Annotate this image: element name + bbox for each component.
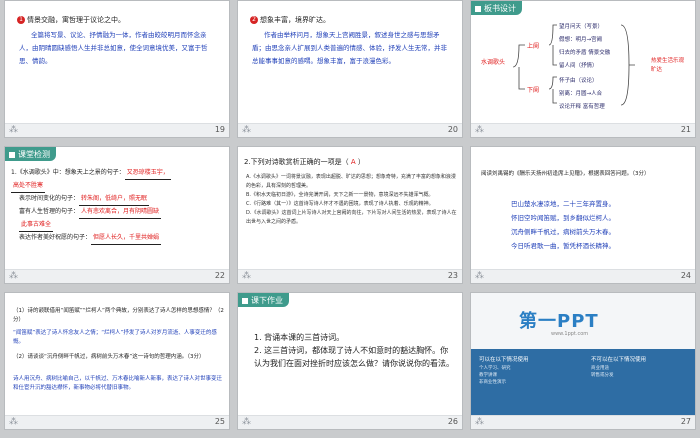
square-icon xyxy=(475,5,481,12)
homework-list: 1. 背诵本课的三首诗词。 2. 这三首诗词，都体现了诗人不如意时的豁达胸怀。你… xyxy=(254,333,454,368)
section-header: 课下作业 xyxy=(238,293,289,307)
forbidden-title: 不可以在以下情况使用 xyxy=(591,357,647,363)
slide-footer: ⁂ 27 xyxy=(471,415,695,429)
slide-number: 26 xyxy=(447,417,458,426)
square-icon xyxy=(242,297,248,304)
number-badge: 1 xyxy=(17,16,25,24)
slide-26[interactable]: 课下作业 1. 背诵本课的三首诗词。 2. 这三首诗词，都体现了诗人不如意时的豁… xyxy=(237,292,463,430)
logo: 第一PPT xyxy=(519,311,599,332)
slide-21[interactable]: 板书设计 水调歌头 上阕 下阕 望月问天（写景） 假想：明月→宫阙 归去的矛盾 … xyxy=(470,0,696,138)
logo-url: www.1ppt.com xyxy=(551,331,589,337)
options-list: A.《水调歌头》一词将景议融，表现出超脱、旷达的思想；想象奇特，充满了丰富的想象… xyxy=(246,174,457,225)
slide-20-body: 作者由举杯问月，想象天上宫阙胜景，叙述身世之感与思想矛盾；由思念亲人扩展到人类普… xyxy=(252,31,447,65)
answer-1: “闻笛赋”表达了诗人怀念友人之情；“烂柯人”抒发了诗人对岁月流逝、人事变迁的感慨… xyxy=(13,330,217,345)
board-root: 水调歌头 xyxy=(481,59,506,66)
logo-area: 第一PPT www.1ppt.com xyxy=(471,293,695,349)
slide-24[interactable]: 阅读刘禹锡的《酬乐天扬州初逢席上见赠》，根据表回答问题。（3分） 巴山楚水凄凉地… xyxy=(470,146,696,284)
board-lower-items: 怀子由（议论） 别离：月圆→人合 议论开释 富有哲理 xyxy=(559,78,605,110)
slide-20-heading: 2 想象丰富，境界旷达。 xyxy=(250,15,330,25)
quiz-content: 1.《水调歌头》中：想象天上之景的句子： 又恐琼楼玉宇， 高处不胜寒 表示时间变化… xyxy=(11,167,227,245)
star-icon: ⁂ xyxy=(242,271,251,281)
number-badge: 2 xyxy=(250,16,258,24)
slide-footer: ⁂ 25 xyxy=(5,415,229,429)
star-icon: ⁂ xyxy=(475,271,484,281)
slide-19-heading: 1 情景交融，寓哲理于议论之中。 xyxy=(17,15,125,25)
star-icon: ⁂ xyxy=(242,417,251,427)
answer-2: 诗人用沉舟、病树比喻自己，以千帆过、万木春比喻新人新事，表达了诗人对世事变迁和仕… xyxy=(13,376,223,391)
question-2: （2）请谈谈“沉舟侧畔千帆过，病树前头万木春”这一诗句的哲理内涵。（3分） xyxy=(13,354,205,360)
poem-lines: 巴山楚水凄凉地，二十三年弃置身。 怀旧空吟闻笛赋，到乡翻似烂柯人。 沉舟侧畔千帆… xyxy=(511,200,615,250)
slide-number: 21 xyxy=(680,125,691,134)
section-header: 板书设计 xyxy=(471,1,522,15)
question-title: 2.下列对诗歌赏析正确的一项是（ A ） xyxy=(244,158,365,166)
allowed-list: 个人学习、研究 教学讲课 非商业性演示 xyxy=(479,366,511,385)
slide-footer: ⁂ 26 xyxy=(238,415,462,429)
slide-number: 25 xyxy=(214,417,225,426)
board-upper-items: 望月问天（写景） 假想：明月→宫阙 归去的矛盾 情景交融 留人间（抒情） xyxy=(559,24,611,69)
slide-number: 23 xyxy=(447,271,458,280)
slide-20[interactable]: 2 想象丰富，境界旷达。 作者由举杯问月，想象天上宫阙胜景，叙述身世之感与思想矛盾… xyxy=(237,0,463,138)
board-conclusion: 热爱生活乐观旷达 xyxy=(651,58,685,73)
board-lower: 下阕 xyxy=(527,87,540,94)
question-1: （1）诗的颔联借用“闻笛赋”“烂柯人”两个典故，分别表达了诗人怎样的思想感情？（… xyxy=(13,308,224,323)
question-text: 阅读刘禹锡的《酬乐天扬州初逢席上见赠》，根据表回答问题。（3分） xyxy=(481,171,650,177)
square-icon xyxy=(9,151,15,158)
star-icon: ⁂ xyxy=(9,125,18,135)
slide-23[interactable]: 2.下列对诗歌赏析正确的一项是（ A ） A.《水调歌头》一词将景议融，表现出超… xyxy=(237,146,463,284)
slide-footer: ⁂ 19 xyxy=(5,123,229,137)
section-header: 课堂检测 xyxy=(5,147,56,161)
slide-22[interactable]: 课堂检测 1.《水调歌头》中：想象天上之景的句子： 又恐琼楼玉宇， 高处不胜寒 表… xyxy=(4,146,230,284)
slide-number: 19 xyxy=(214,125,225,134)
slide-footer: ⁂ 20 xyxy=(238,123,462,137)
slide-number: 24 xyxy=(680,271,691,280)
allowed-title: 可以在以下情况使用 xyxy=(479,357,529,363)
slide-number: 22 xyxy=(214,271,225,280)
slide-number: 27 xyxy=(680,417,691,426)
board-upper: 上阕 xyxy=(527,43,540,50)
slide-19-body: 全篇将写景、议论、抒情融为一体，作者由皎皎明月而怀念亲人，由阴晴圆缺感悟人生并非… xyxy=(19,31,208,65)
slide-25[interactable]: （1）诗的颔联借用“闻笛赋”“烂柯人”两个典故，分别表达了诗人怎样的思想感情？（… xyxy=(4,292,230,430)
forbidden-list: 商业用途 转售或分发 xyxy=(591,366,614,378)
star-icon: ⁂ xyxy=(242,125,251,135)
slide-footer: ⁂ 23 xyxy=(238,269,462,283)
slide-footer: ⁂ 22 xyxy=(5,269,229,283)
star-icon: ⁂ xyxy=(9,271,18,281)
slide-footer: ⁂ 24 xyxy=(471,269,695,283)
slide-footer: ⁂ 21 xyxy=(471,123,695,137)
slide-19[interactable]: 1 情景交融，寓哲理于议论之中。 全篇将写景、议论、抒情融为一体，作者由皎皎明月而… xyxy=(4,0,230,138)
star-icon: ⁂ xyxy=(475,125,484,135)
usage-panel: 可以在以下情况使用 不可以在以下情况使用 个人学习、研究 教学讲课 非商业性演示… xyxy=(471,349,695,417)
slide-number: 20 xyxy=(447,125,458,134)
star-icon: ⁂ xyxy=(9,417,18,427)
slide-27[interactable]: 第一PPT www.1ppt.com 可以在以下情况使用 不可以在以下情况使用 … xyxy=(470,292,696,430)
star-icon: ⁂ xyxy=(475,417,484,427)
